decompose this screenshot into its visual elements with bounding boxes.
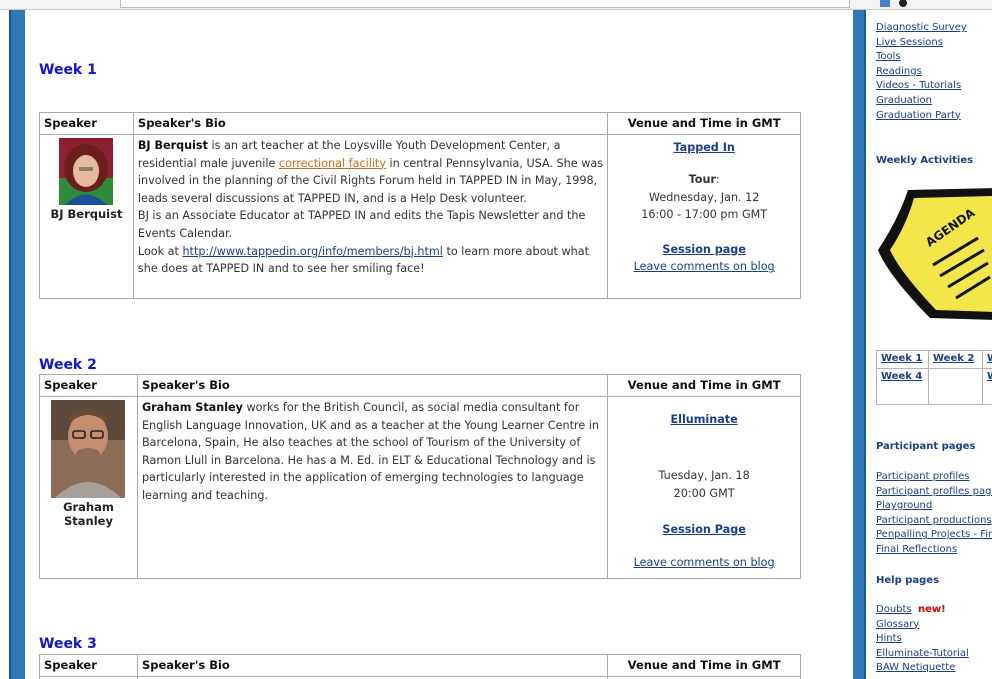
bio-text: works for the British Council, as social…	[141, 401, 599, 502]
help-links: Doubts new! Glossary Hints Elluminate-Tu…	[876, 603, 969, 676]
session-page-link[interactable]: Session Page	[662, 523, 745, 536]
week-1-heading: Week 1	[39, 62, 97, 78]
sidebar-link[interactable]: Live Sessions	[876, 36, 967, 51]
bio-header: Speaker's Bio	[136, 654, 609, 677]
elluminate-link[interactable]: Elluminate	[671, 413, 738, 426]
table-header-row: Speaker Speaker's Bio Venue and Time in …	[39, 654, 801, 677]
bio-name: Graham Stanley	[141, 401, 243, 414]
participant-pages-heading: Participant pages	[876, 441, 976, 452]
session-date: Tuesday, Jan. 18	[658, 469, 750, 482]
speaker-header: Speaker	[39, 374, 138, 397]
venue-header: Venue and Time in GMT	[607, 112, 801, 135]
participant-link[interactable]: Final Reflections	[876, 543, 992, 558]
session-page-link[interactable]: Session page	[662, 243, 746, 256]
profile-url-link[interactable]: http://www.tappedin.org/info/members/bj.…	[182, 245, 442, 258]
tour-label: Tour	[688, 173, 716, 186]
session-time: 16:00 - 17:00 pm GMT	[641, 208, 768, 222]
week-nav-link[interactable]: Week 1	[881, 353, 922, 364]
table-header-row: Speaker Speaker's Bio Venue and Time in …	[39, 112, 801, 135]
participant-link[interactable]: Playground	[876, 499, 992, 514]
participant-link[interactable]: Penpalling Projects - Find	[876, 528, 992, 543]
blog-comments-link[interactable]: Leave comments on blog	[634, 260, 775, 273]
sidebar-link[interactable]: Graduation Party	[876, 109, 967, 124]
week-2-table: Speaker Speaker's Bio Venue and Time in …	[39, 374, 801, 579]
week-nav-link[interactable]: Week 4	[881, 371, 922, 382]
speaker-photo	[59, 138, 114, 205]
doubts-link[interactable]: Doubts	[876, 604, 912, 615]
help-link[interactable]: BAW Netiquette	[876, 661, 969, 676]
correctional-facility-link[interactable]: correctional facility	[279, 157, 386, 170]
bio-paragraph: BJ is an Associate Educator at TAPPED IN…	[137, 209, 586, 240]
participant-link[interactable]: Participant profiles page	[876, 485, 992, 500]
tapped-in-link[interactable]: Tapped In	[673, 141, 734, 154]
venue-cell: Elluminate Tuesday, Jan. 18 20:00 GMT Se…	[607, 396, 801, 579]
week-2-heading: Week 2	[39, 357, 97, 373]
tour-label-suffix: :	[715, 173, 720, 186]
session-time: 20:00 GMT	[673, 486, 735, 500]
speaker-header: Speaker	[39, 112, 134, 135]
help-pages-heading: Help pages	[876, 575, 940, 586]
week-1-table: Speaker Speaker's Bio Venue and Time in …	[39, 112, 801, 299]
session-date: Wednesday, Jan. 12	[648, 190, 760, 204]
bio-name: BJ Berquist	[137, 139, 208, 152]
browser-toolbar	[0, 0, 992, 10]
sidebar-link[interactable]: Graduation	[876, 94, 967, 109]
sidebar-top-links: Diagnostic Survey Live Sessions Tools Re…	[876, 21, 967, 123]
table-row: BJ Berquist BJ Berquist is an art teache…	[39, 134, 801, 299]
right-border-bar	[853, 10, 866, 679]
address-bar[interactable]	[120, 0, 850, 8]
blog-comments-link[interactable]: Leave comments on blog	[634, 556, 775, 569]
help-link[interactable]: Hints	[876, 632, 969, 647]
participant-link[interactable]: Participant productions	[876, 514, 992, 529]
bio-cell: BJ Berquist is an art teacher at the Loy…	[132, 134, 609, 299]
menu-icon[interactable]	[898, 0, 908, 7]
right-sidebar: Diagnostic Survey Live Sessions Tools Re…	[876, 10, 992, 679]
sidebar-link[interactable]: Readings	[876, 65, 967, 80]
week-3-heading: Week 3	[39, 636, 97, 652]
new-badge: new!	[918, 604, 946, 615]
help-link[interactable]: Glossary	[876, 618, 969, 633]
sidebar-link[interactable]: Videos - Tutorials	[876, 79, 967, 94]
speaker-cell: BJ Berquist	[39, 134, 134, 299]
participant-links: Participant profiles Participant profile…	[876, 470, 992, 558]
bio-header: Speaker's Bio	[132, 112, 609, 135]
week-nav-link[interactable]: W	[987, 371, 992, 382]
main-content: Week 1 Speaker Speaker's Bio Venue and T…	[25, 10, 853, 679]
star-icon[interactable]	[880, 0, 890, 7]
agenda-clipart-icon: AGENDA	[878, 188, 992, 320]
week-nav-link[interactable]: Week 2	[933, 353, 974, 364]
speaker-header: Speaker	[39, 654, 138, 677]
bio-cell: Graham Stanley works for the British Cou…	[136, 396, 609, 579]
venue-cell: Tapped In Tour: Wednesday, Jan. 12 16:00…	[607, 134, 801, 299]
participant-link[interactable]: Participant profiles	[876, 470, 992, 485]
table-row: Graham Stanley Graham Stanley works for …	[39, 396, 801, 579]
speaker-photo	[51, 400, 126, 498]
week-3-table: Speaker Speaker's Bio Venue and Time in …	[39, 654, 801, 679]
venue-header: Venue and Time in GMT	[607, 654, 801, 677]
venue-header: Venue and Time in GMT	[607, 374, 801, 397]
help-link[interactable]: Elluminate-Tutorial	[876, 647, 969, 662]
table-header-row: Speaker Speaker's Bio Venue and Time in …	[39, 374, 801, 397]
sidebar-link[interactable]: Diagnostic Survey	[876, 21, 967, 36]
speaker-name: Graham Stanley	[63, 500, 114, 528]
bio-text: Look at	[137, 244, 183, 258]
left-border-bar	[9, 10, 25, 679]
speaker-name: BJ Berquist	[50, 207, 123, 221]
sidebar-link[interactable]: Tools	[876, 50, 967, 65]
speaker-cell: Graham Stanley	[39, 396, 138, 579]
weekly-activities-heading: Weekly Activities	[876, 155, 974, 166]
bio-header: Speaker's Bio	[136, 374, 609, 397]
week-nav-link[interactable]: W	[987, 353, 992, 364]
week-nav-table: Week 1 Week 2 W Week 4 W	[876, 350, 992, 405]
